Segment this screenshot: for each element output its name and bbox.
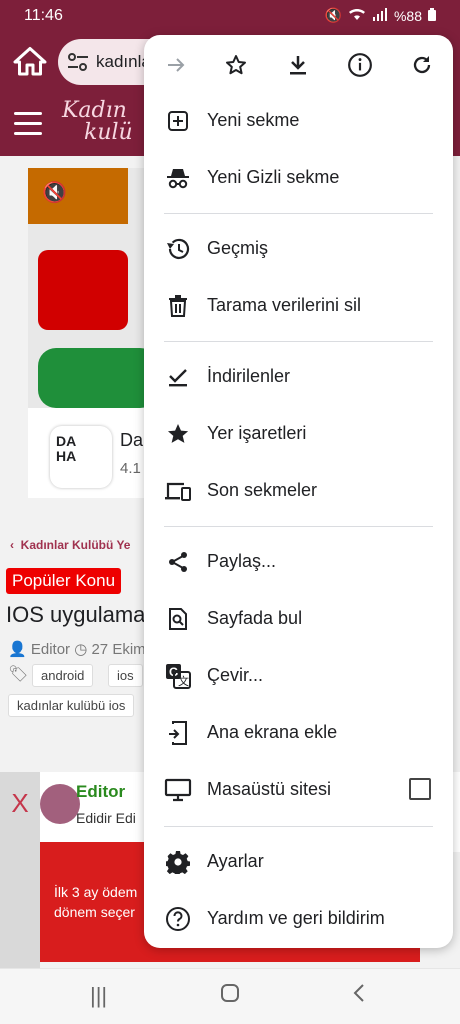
- menu-item-clear-browsing-data[interactable]: Tarama verilerini sil: [144, 278, 453, 334]
- status-bar: 11:46 🔇 %88: [0, 0, 460, 32]
- author-subtitle: Edidir Edi: [76, 810, 136, 826]
- ad-block: [38, 250, 128, 330]
- page-info-button[interactable]: [346, 51, 374, 79]
- wifi-icon: [348, 7, 366, 24]
- status-time: 11:46: [24, 7, 63, 24]
- tag-icon: 🏷: [8, 666, 29, 683]
- svg-text:文: 文: [178, 674, 189, 688]
- status-icons: 🔇 %88: [325, 7, 436, 24]
- system-nav-bar: |||: [0, 968, 460, 1024]
- user-icon: 👤: [8, 641, 27, 658]
- bookmark-star-button[interactable]: [222, 51, 250, 79]
- bookmark-star-icon: [164, 420, 192, 448]
- close-ad-button[interactable]: X: [0, 772, 40, 968]
- battery-icon: [428, 7, 436, 24]
- breadcrumb[interactable]: ‹ Kadınlar Kulübü Ye: [10, 538, 130, 552]
- back-nav-icon[interactable]: [352, 983, 366, 1009]
- reload-button[interactable]: [408, 51, 436, 79]
- downloads-check-icon: [164, 363, 192, 391]
- article-title[interactable]: IOS uygulama: [6, 602, 145, 628]
- star-icon: [226, 55, 246, 75]
- download-button[interactable]: [284, 51, 312, 79]
- gear-icon: [164, 848, 192, 876]
- popular-badge: Popüler Konu: [6, 568, 122, 594]
- incognito-icon: [164, 164, 192, 192]
- mute-icon[interactable]: 🔇: [42, 180, 67, 205]
- recent-apps-icon[interactable]: |||: [90, 983, 107, 1009]
- menu-item-settings[interactable]: Ayarlar: [144, 834, 453, 890]
- menu-divider: [164, 826, 433, 827]
- menu-action-bar: [144, 35, 453, 95]
- desktop-site-checkbox[interactable]: [409, 778, 431, 800]
- page-info-icon[interactable]: [66, 51, 90, 78]
- tag-chip[interactable]: ios: [108, 664, 143, 687]
- author-name[interactable]: Editor: [76, 782, 125, 802]
- find-in-page-icon: [164, 605, 192, 633]
- menu-item-add-to-home-screen[interactable]: Ana ekrana ekle: [144, 705, 453, 761]
- menu-item-downloads[interactable]: İndirilenler: [144, 349, 453, 405]
- devices-icon: [164, 477, 192, 505]
- add-to-home-screen-icon: [164, 719, 192, 747]
- menu-divider: [164, 526, 433, 527]
- avatar: [40, 784, 80, 824]
- menu-item-recent-tabs[interactable]: Son sekmeler: [144, 463, 453, 519]
- app-rating: 4.1: [120, 460, 141, 477]
- mute-status-icon: 🔇: [324, 7, 342, 23]
- chevron-left-icon: ‹: [10, 538, 21, 552]
- translate-icon: G文: [164, 662, 192, 690]
- menu-item-new-incognito-tab[interactable]: Yeni Gizli sekme: [144, 150, 453, 206]
- share-icon: [164, 548, 192, 576]
- hamburger-menu-icon[interactable]: [14, 112, 42, 136]
- menu-item-new-tab[interactable]: Yeni sekme: [144, 93, 453, 149]
- url-text: kadınla: [96, 52, 151, 71]
- desktop-icon: [164, 776, 192, 804]
- info-icon: [348, 53, 372, 77]
- forward-icon: [168, 58, 185, 72]
- menu-item-help-feedback[interactable]: Yardım ve geri bildirim: [144, 891, 453, 947]
- tag-chip[interactable]: kadınlar kulübü ios: [8, 694, 135, 717]
- tag-chip[interactable]: android: [32, 664, 94, 687]
- app-name: Da: [120, 430, 144, 450]
- menu-item-share[interactable]: Paylaş...: [144, 534, 453, 590]
- app-logo: DA HA: [50, 426, 112, 488]
- article-meta: 👤 Editor ◷ 27 Ekim: [8, 641, 146, 658]
- home-nav-icon[interactable]: [220, 983, 240, 1009]
- battery-label: %88: [393, 7, 422, 24]
- home-icon: [13, 47, 47, 76]
- menu-item-bookmarks[interactable]: Yer işaretleri: [144, 406, 453, 462]
- menu-item-desktop-site[interactable]: Masaüstü sitesi: [144, 762, 453, 818]
- history-icon: [164, 235, 192, 263]
- menu-item-history[interactable]: Geçmiş: [144, 221, 453, 277]
- home-button[interactable]: [12, 44, 48, 80]
- forward-button[interactable]: [162, 51, 190, 79]
- menu-item-find-in-page[interactable]: Sayfada bul: [144, 591, 453, 647]
- signal-icon: [372, 7, 388, 24]
- ad-block: [38, 348, 148, 408]
- refresh-icon: [413, 56, 431, 74]
- download-icon: [290, 56, 306, 75]
- menu-divider: [164, 341, 433, 342]
- trash-icon: [164, 292, 192, 320]
- ad-banner[interactable]: 🔇 DA HA Da 4.1: [28, 168, 148, 498]
- help-icon: [164, 905, 192, 933]
- menu-item-translate[interactable]: G文 Çevir...: [144, 648, 453, 704]
- overflow-menu: Yeni sekme Yeni Gizli sekme Geçmiş Taram…: [144, 35, 453, 948]
- site-logo[interactable]: Kadın kulü: [62, 100, 133, 144]
- new-tab-icon: [164, 107, 192, 135]
- menu-divider: [164, 213, 433, 214]
